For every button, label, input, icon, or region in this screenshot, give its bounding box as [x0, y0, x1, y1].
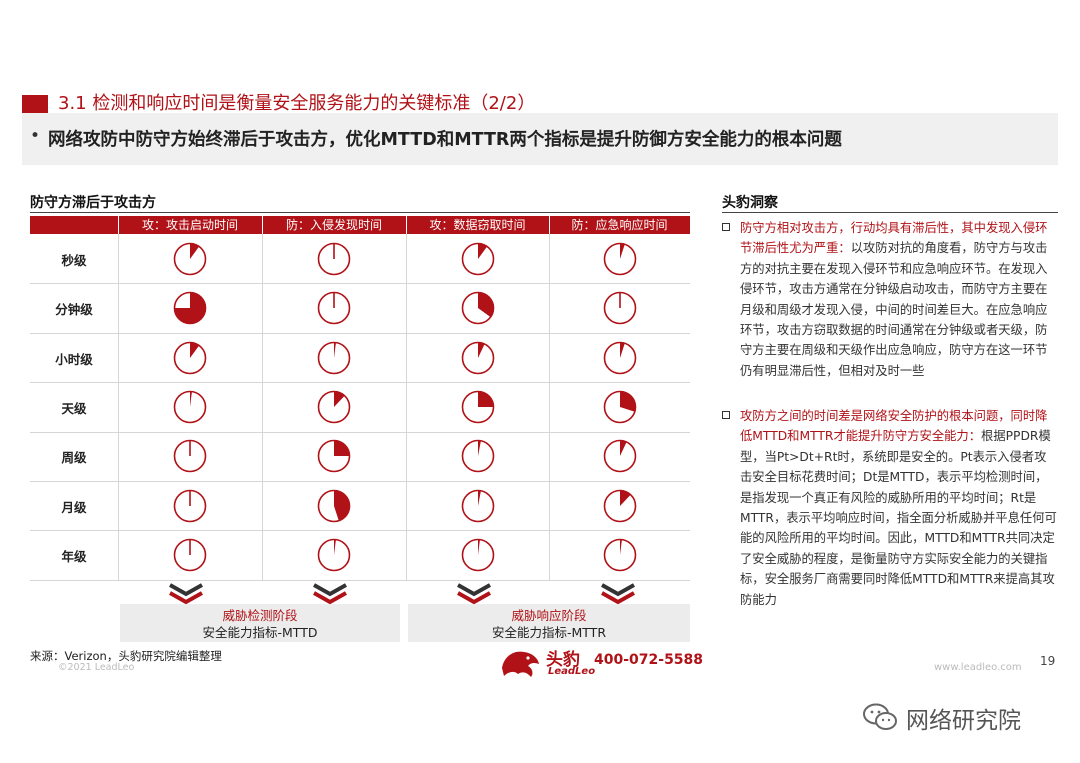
phase-detection: 威胁检测阶段 安全能力指标-MTTD: [120, 604, 400, 642]
summary-text: 网络攻防中防守方始终滞后于攻击方，优化MTTD和MTTR两个指标是提升防御方安全…: [48, 130, 842, 150]
insight-body: 以攻防对抗的角度看，防守方与攻击方的对抗主要在发现入侵环节和应急响应环节。在发现…: [740, 241, 1048, 378]
page-number: 19: [1040, 654, 1056, 668]
column-header: 防：应急响应时间: [549, 216, 690, 234]
pie-clock: [173, 341, 207, 374]
phase-subtitle: 安全能力指标-MTTR: [491, 625, 607, 640]
column-divider: [118, 234, 119, 580]
pie-clock: [461, 291, 494, 325]
row-divider: [30, 382, 690, 384]
pie-clock: [603, 242, 636, 275]
checkbox-bullet-icon: [722, 411, 730, 419]
pie-clock: [173, 390, 207, 424]
pie-clock: [173, 538, 207, 572]
pie-clock: [603, 291, 636, 325]
insight-item: 攻防方之间的时间差是网络安全防护的根本问题，同时降低MTTD和MTTR才能提升防…: [722, 406, 1058, 610]
row-divider: [30, 332, 690, 334]
phase-title: 威胁检测阶段: [222, 608, 298, 623]
right-section-title: 头豹洞察: [722, 195, 778, 211]
chevron-down-icon: [598, 582, 638, 605]
pie-clock: [317, 390, 351, 424]
pie-clock: [173, 291, 207, 325]
column-divider: [549, 234, 550, 580]
row-label: 小时级: [55, 351, 93, 367]
header-separator: [262, 216, 263, 234]
pie-clock: [461, 439, 494, 473]
chevron-down-icon: [310, 582, 350, 605]
column-header: 防：入侵发现时间: [262, 216, 406, 234]
chevron-down-icon: [454, 582, 494, 605]
phase-subtitle: 安全能力指标-MTTD: [202, 625, 318, 640]
pie-clock: [461, 390, 494, 424]
pie-clock: [603, 390, 636, 424]
pie-clock: [317, 538, 351, 572]
phase-response: 威胁响应阶段 安全能力指标-MTTR: [408, 604, 690, 642]
page-title: 3.1 检测和响应时间是衡量安全服务能力的关键标准（2/2）: [58, 93, 536, 114]
header-separator: [549, 216, 550, 234]
left-section-title: 防守方滞后于攻击方: [30, 195, 156, 211]
row-divider: [30, 579, 690, 581]
row-divider: [30, 530, 690, 532]
pie-clock: [173, 489, 207, 522]
pie-clock: [603, 489, 636, 522]
pie-slice: [334, 440, 350, 457]
chevron-down-icon: [166, 582, 206, 605]
column-header: 攻：攻击启动时间: [118, 216, 262, 234]
pie-clock: [317, 439, 351, 473]
row-label: 分钟级: [55, 302, 93, 318]
row-label: 年级: [61, 549, 87, 565]
wechat-account-name: 网络研究院: [906, 708, 1021, 734]
row-label: 月级: [61, 499, 87, 515]
pie-clock: [461, 242, 494, 275]
website: www.leadleo.com: [934, 662, 1022, 673]
pie-clock: [317, 242, 351, 275]
pie-clock: [173, 242, 207, 275]
column-header: 攻：数据窃取时间: [406, 216, 549, 234]
summary-bullet: •: [30, 126, 41, 146]
insight-body: 根据PPDR模型，当Pt>Dt+Rt时，系统即是安全的。Pt表示入侵者攻击安全目…: [740, 429, 1057, 607]
wechat-icon: [862, 702, 898, 732]
pie-clock: [173, 439, 207, 473]
pie-clock: [317, 489, 351, 522]
column-divider: [262, 234, 263, 580]
header-separator: [118, 216, 119, 234]
pie-clock: [317, 291, 351, 325]
row-divider: [30, 283, 690, 285]
row-label: 天级: [61, 400, 87, 416]
pie-clock: [461, 538, 494, 572]
pie-clock: [603, 341, 636, 374]
divider: [722, 212, 1058, 213]
row-divider: [30, 431, 690, 433]
pie-clock: [461, 489, 494, 522]
pie-clock: [317, 341, 351, 374]
clock-grid: 攻：攻击启动时间 防：入侵发现时间 攻：数据窃取时间 防：应急响应时间秒级分钟级小时级…: [30, 216, 690, 581]
divider: [30, 212, 690, 213]
row-label: 秒级: [61, 252, 87, 268]
leopard-logo-icon: [498, 646, 542, 680]
column-divider: [406, 234, 407, 580]
insight-item: 防守方相对攻击方，行动均具有滞后性，其中发现入侵环节滞后性尤为严重：以攻防对抗的…: [722, 218, 1058, 381]
header-corner: [30, 216, 118, 234]
row-label: 周级: [61, 450, 87, 466]
pie-slice: [477, 391, 493, 407]
pie-clock: [603, 439, 636, 473]
pie-clock: [461, 341, 494, 374]
phone-number: 400-072-5588: [594, 652, 704, 668]
pie-clock: [603, 538, 636, 572]
header-separator: [406, 216, 407, 234]
row-divider: [30, 481, 690, 482]
logo-subtitle: LeadLeo: [548, 666, 596, 677]
checkbox-bullet-icon: [722, 223, 730, 231]
copyright: ©2021 LeadLeo: [58, 662, 135, 673]
phase-title: 威胁响应阶段: [511, 608, 587, 623]
